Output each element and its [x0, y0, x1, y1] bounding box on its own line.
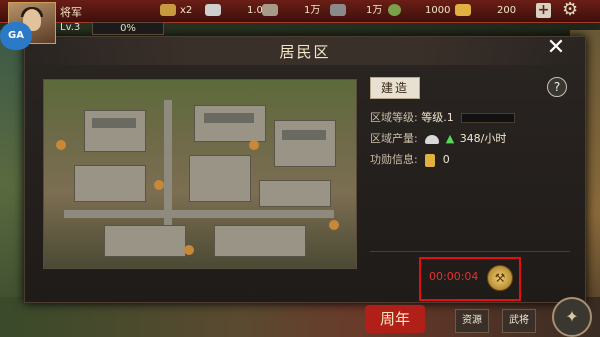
roof	[92, 118, 136, 128]
merit-value: 0	[442, 153, 450, 166]
anniversary-banner[interactable]: 周年	[365, 305, 425, 333]
player-level: Lv.3	[60, 22, 81, 33]
up-arrow-icon: ▲	[445, 132, 455, 145]
house-block	[274, 120, 336, 167]
divider	[370, 251, 570, 252]
district-preview-image	[43, 79, 357, 269]
speedup-button[interactable]: ⚒	[487, 265, 513, 291]
tree	[56, 140, 66, 150]
resource-horn[interactable]: x2	[160, 3, 192, 19]
wood-icon	[262, 4, 278, 16]
silver-icon	[205, 4, 221, 16]
iron-icon	[330, 4, 346, 16]
gold-icon	[455, 4, 471, 16]
tree	[329, 220, 339, 230]
area-output-value: 348/小时	[459, 132, 507, 145]
roof	[282, 130, 326, 140]
resource-food[interactable]: 1000	[388, 3, 450, 19]
tab-generals[interactable]: 武将	[502, 309, 536, 333]
area-level-row: 区域等级: 等级.1	[370, 109, 516, 125]
area-output-label: 区域产量:	[370, 132, 418, 145]
roof	[204, 113, 254, 123]
resource-gold[interactable]: 200	[455, 3, 516, 19]
house-block	[104, 225, 186, 257]
modal-title: 居民区	[279, 43, 331, 61]
house-block	[214, 225, 306, 257]
house-block	[84, 110, 146, 152]
house-block	[259, 180, 331, 207]
resource-iron[interactable]: 1万	[330, 3, 382, 19]
merit-row: 功勋信息: 0	[370, 151, 450, 167]
build-timer: 00:00:04	[429, 270, 479, 283]
close-icon[interactable]: ✕	[545, 37, 567, 59]
tree	[184, 245, 194, 255]
food-icon	[388, 4, 401, 16]
xp-progress: 0%	[92, 22, 164, 35]
merit-label: 功勋信息:	[370, 153, 418, 166]
merit-icon	[425, 153, 436, 167]
residential-area-dialog: 居民区 ✕ 建造 ? 区域等级: 等级.1 区域产量: ▲ 348/小时 功勋信…	[24, 36, 586, 303]
help-icon[interactable]: ?	[547, 77, 567, 97]
horn-icon	[160, 4, 176, 16]
area-level-label: 区域等级:	[370, 111, 418, 124]
level-progress-bar	[461, 113, 516, 123]
add-resource-button[interactable]: +	[536, 3, 551, 18]
gear-icon[interactable]: ⚙	[562, 1, 578, 19]
compass-icon[interactable]: ✦	[552, 297, 592, 337]
house-block	[74, 165, 146, 202]
resource-wood[interactable]: 1万	[262, 3, 320, 19]
tree	[154, 180, 164, 190]
city-wall	[64, 210, 334, 218]
player-name: 将军	[60, 6, 82, 19]
tab-resources[interactable]: 资源	[455, 309, 489, 333]
gift-badge-icon[interactable]: GA	[0, 22, 32, 50]
house-block	[189, 155, 251, 202]
area-output-row: 区域产量: ▲ 348/小时	[370, 130, 506, 146]
tree	[249, 140, 259, 150]
silver-icon	[425, 134, 440, 144]
build-button[interactable]: 建造	[370, 77, 420, 99]
area-level-value: 等级.1	[421, 111, 454, 124]
house-block	[194, 105, 266, 142]
